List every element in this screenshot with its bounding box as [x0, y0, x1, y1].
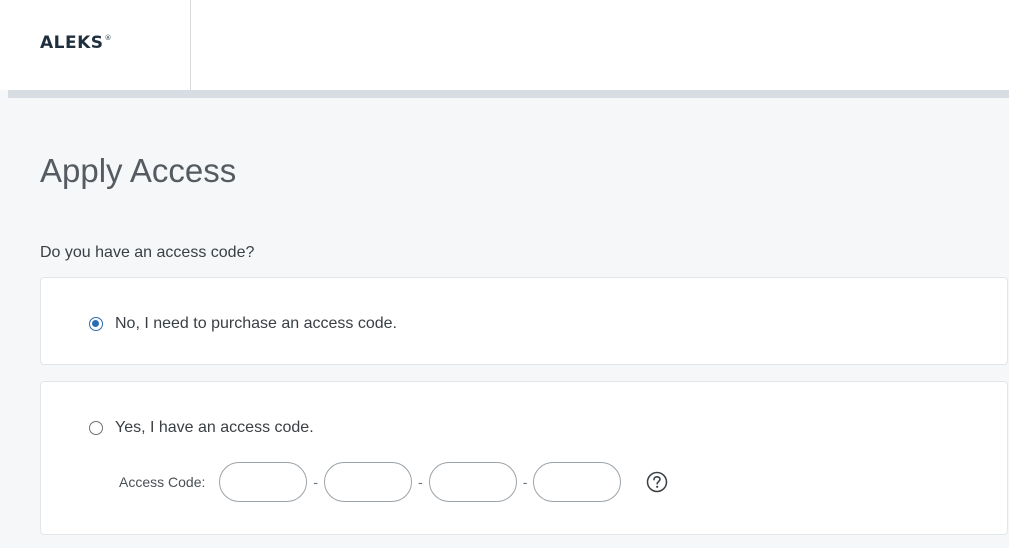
segment-separator: - — [418, 474, 423, 490]
have-code-option-card: Yes, I have an access code. Access Code:… — [40, 381, 1008, 535]
logo-text: ALEKS — [40, 33, 104, 53]
access-code-row: Access Code: - - - — [119, 462, 669, 502]
segment-separator: - — [313, 474, 319, 490]
have-code-radio[interactable] — [89, 421, 103, 435]
purchase-option-label: No, I need to purchase an access code. — [115, 315, 397, 332]
access-code-question: Do you have an access code? — [40, 244, 255, 261]
purchase-radio[interactable] — [89, 317, 103, 331]
aleks-logo[interactable]: ALEKS® — [40, 33, 112, 53]
header-divider — [8, 90, 1009, 98]
question-circle-icon[interactable] — [645, 470, 669, 494]
segment-separator: - — [522, 474, 528, 490]
have-code-option-label: Yes, I have an access code. — [115, 419, 314, 436]
purchase-option-card: No, I need to purchase an access code. — [40, 277, 1008, 365]
purchase-option[interactable]: No, I need to purchase an access code. — [89, 315, 397, 333]
access-code-segment-3[interactable] — [428, 462, 517, 502]
access-code-segment-1[interactable] — [219, 462, 308, 502]
logo-cell: ALEKS® — [0, 0, 191, 90]
access-code-label: Access Code: — [119, 474, 206, 490]
access-code-segment-4[interactable] — [533, 462, 622, 502]
page-title: Apply Access — [40, 152, 237, 189]
top-bar: ALEKS® — [0, 0, 1009, 90]
logo-registered-mark: ® — [104, 34, 113, 42]
access-code-segment-2[interactable] — [324, 462, 413, 502]
have-code-option[interactable]: Yes, I have an access code. — [89, 419, 314, 437]
